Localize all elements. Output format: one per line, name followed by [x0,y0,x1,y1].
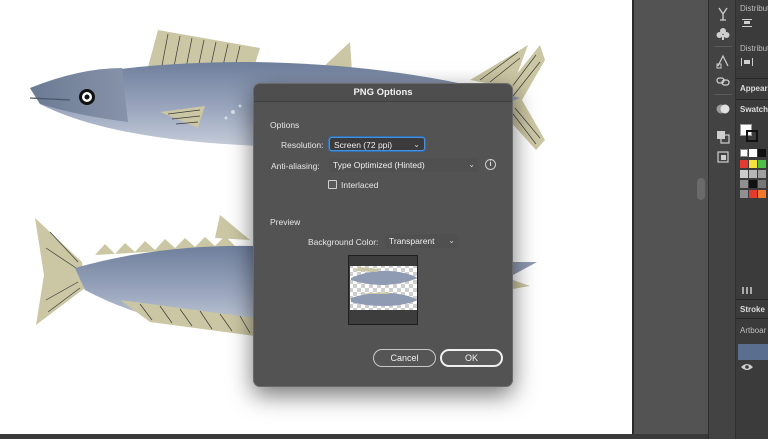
resolution-label: Resolution: [281,140,324,150]
artboards-panel-tab[interactable]: Artboar [740,326,766,335]
link-icon[interactable] [714,72,732,90]
stroke-swatch[interactable] [746,130,758,142]
antialiasing-label: Anti-aliasing: [271,161,320,171]
appearance-icon[interactable] [714,100,732,118]
swatch-mid-gray[interactable] [758,170,766,178]
swatch-gray[interactable] [749,170,757,178]
pathfinder-icon[interactable] [714,128,732,146]
swatch-black-2[interactable] [749,180,757,188]
swatch-orange[interactable] [758,190,766,198]
dialog-title: PNG Options [254,84,512,102]
panel-divider [736,99,768,100]
panel-divider [736,299,768,300]
swatch-light-gray[interactable] [740,170,748,178]
options-heading: Options [270,120,300,130]
toolbar-separator [714,46,732,47]
properties-panels: Distributi Distributi Appeara Swatche St… [736,0,768,439]
eye-icon[interactable] [740,362,754,372]
info-icon[interactable]: i [485,159,496,170]
swatch-yellow[interactable] [749,160,757,168]
swatch-white[interactable] [749,149,757,157]
antialiasing-select[interactable]: Type Optimized (Hinted) ⌄ [329,158,479,172]
background-color-value: Transparent [389,236,435,246]
swatch-green[interactable] [758,160,766,168]
swatch-red-2[interactable] [749,190,757,198]
swatches-panel-tab[interactable]: Swatche [740,105,768,114]
panel-divider [736,78,768,79]
png-options-dialog: PNG Options Options Resolution: Screen (… [253,83,513,387]
preview-heading: Preview [270,217,301,227]
swatch-libraries-icon[interactable] [740,285,754,295]
swatch-none[interactable] [740,149,748,157]
club-symbol-icon[interactable] [714,25,732,43]
swatch-red[interactable] [740,160,748,168]
panel-divider [736,318,768,319]
resolution-select[interactable]: Screen (72 ppi) ⌄ [329,137,425,151]
panel-icon-bar [708,0,736,439]
stroke-panel-tab[interactable]: Stroke [740,305,765,314]
chevron-down-icon: ⌄ [413,140,420,149]
antialiasing-value: Type Optimized (Hinted) [333,160,425,170]
transform-icon[interactable] [714,52,732,70]
appearance-panel-tab[interactable]: Appeara [740,84,768,93]
swatch-folder[interactable] [740,180,748,188]
interlaced-label[interactable]: Interlaced [341,180,378,190]
chevron-down-icon: ⌄ [468,160,475,169]
swatch-dark-gray[interactable] [758,180,766,188]
preview-image [349,256,417,324]
pasteboard[interactable] [634,0,708,439]
toolbar-separator [714,94,732,95]
horizontal-scrollbar[interactable] [0,434,708,439]
distribute-top-icon[interactable] [740,18,754,28]
resolution-value: Screen (72 ppi) [334,140,393,150]
distribute-spacing-icon[interactable] [740,57,754,67]
distribute-objects-label: Distributi [740,4,768,13]
artboard-icon[interactable] [714,148,732,166]
background-color-select[interactable]: Transparent ⌄ [385,234,459,248]
vertical-scrollbar-thumb[interactable] [697,178,705,200]
chevron-down-icon: ⌄ [448,236,455,245]
background-color-label: Background Color: [308,237,379,247]
png-preview [348,255,418,325]
distribute-spacing-label: Distributi [740,44,768,53]
ok-button[interactable]: OK [440,349,503,367]
cancel-button[interactable]: Cancel [373,349,436,367]
interlaced-checkbox[interactable] [328,180,337,189]
swatch-black[interactable] [758,149,766,157]
puppet-warp-icon[interactable] [714,5,732,23]
swatch-folder-2[interactable] [740,190,748,198]
artboard-row-selected[interactable] [738,344,768,360]
